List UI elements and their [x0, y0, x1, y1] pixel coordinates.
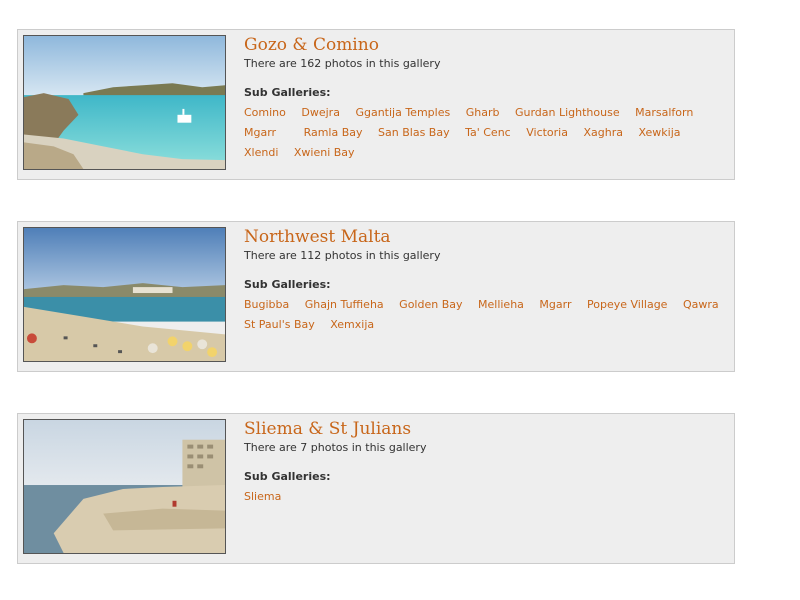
gallery-title-link[interactable]: Gozo & Comino [244, 34, 732, 56]
sub-gallery-link[interactable]: Golden Bay [399, 298, 462, 311]
photo-count: There are 162 photos in this gallery [244, 57, 441, 70]
sub-gallery-link[interactable]: Popeye Village [587, 298, 667, 311]
sub-gallery-link[interactable]: Ta' Cenc [465, 126, 511, 139]
sub-gallery-link[interactable]: Xwieni Bay [294, 146, 355, 159]
sub-gallery-link[interactable]: Xewkija [638, 126, 680, 139]
gallery-title-link[interactable]: Sliema & St Julians [244, 418, 732, 440]
photo-count: There are 7 photos in this gallery [244, 441, 427, 454]
gallery-thumbnail[interactable] [23, 35, 226, 170]
sub-gallery-link[interactable]: Xaghra [583, 126, 623, 139]
sub-gallery-link[interactable]: Ramla Bay [304, 126, 363, 139]
sub-gallery-list: Comino Dwejra Ggantija Temples Gharb Gur… [244, 103, 732, 163]
sub-gallery-link[interactable]: Mgarr [539, 298, 571, 311]
gallery-title-link[interactable]: Northwest Malta [244, 226, 732, 248]
sub-galleries-heading: Sub Galleries: [244, 278, 331, 291]
gallery-info: Sliema & St Julians There are 7 photos i… [244, 418, 732, 507]
sub-gallery-link[interactable]: Gharb [466, 106, 500, 119]
sub-gallery-link[interactable]: Dwejra [301, 106, 340, 119]
sub-gallery-link[interactable]: St Paul's Bay [244, 318, 315, 331]
coastline-photo [24, 420, 225, 553]
gallery-card-sliema-st-julians: Sliema & St Julians There are 7 photos i… [17, 413, 735, 564]
gallery-info: Northwest Malta There are 112 photos in … [244, 226, 732, 335]
sub-galleries-heading: Sub Galleries: [244, 470, 331, 483]
sub-gallery-link[interactable]: Ggantija Temples [355, 106, 450, 119]
sub-galleries-heading: Sub Galleries: [244, 86, 331, 99]
photo-count: There are 112 photos in this gallery [244, 249, 441, 262]
sub-gallery-list: Sliema [244, 487, 732, 507]
sub-gallery-link[interactable]: Mellieha [478, 298, 524, 311]
sub-gallery-link[interactable]: Mgarr [244, 126, 276, 139]
gallery-thumbnail[interactable] [23, 419, 226, 554]
sub-gallery-link[interactable]: San Blas Bay [378, 126, 450, 139]
sub-gallery-link[interactable]: Bugibba [244, 298, 289, 311]
sub-gallery-link[interactable]: Xlendi [244, 146, 278, 159]
sub-gallery-link[interactable]: Ghajn Tuffieha [305, 298, 384, 311]
gallery-card-northwest-malta: Northwest Malta There are 112 photos in … [17, 221, 735, 372]
beach-photo [24, 228, 225, 361]
sub-gallery-link[interactable]: Comino [244, 106, 286, 119]
sub-gallery-link[interactable]: Sliema [244, 490, 281, 503]
gallery-card-gozo-comino: Gozo & Comino There are 162 photos in th… [17, 29, 735, 180]
sub-gallery-list: Bugibba Ghajn Tuffieha Golden Bay Mellie… [244, 295, 732, 335]
sub-gallery-link[interactable]: Xemxija [330, 318, 374, 331]
sub-gallery-link[interactable]: Gurdan Lighthouse [515, 106, 620, 119]
lagoon-photo [24, 36, 225, 169]
gallery-thumbnail[interactable] [23, 227, 226, 362]
sub-gallery-link[interactable]: Qawra [683, 298, 719, 311]
sub-gallery-link[interactable]: Marsalforn [635, 106, 693, 119]
gallery-info: Gozo & Comino There are 162 photos in th… [244, 34, 732, 163]
sub-gallery-link[interactable]: Victoria [526, 126, 568, 139]
